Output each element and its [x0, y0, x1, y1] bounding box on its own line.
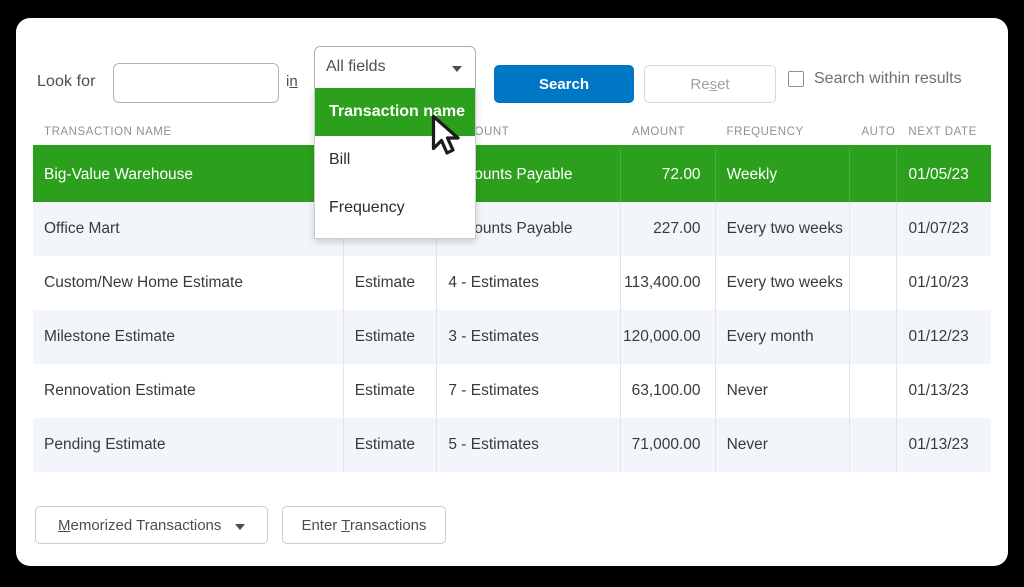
column-header-frequency[interactable]: FREQUENCY	[716, 120, 851, 145]
cell-transaction-name: Custom/New Home Estimate	[33, 256, 344, 310]
screen: Look for in All fields Transaction name …	[0, 0, 1024, 587]
search-within-results-control[interactable]: Search within results	[788, 70, 962, 88]
chevron-down-icon	[235, 524, 245, 530]
cell-type: Estimate	[344, 256, 438, 310]
cell-frequency: Weekly	[716, 148, 851, 202]
enter-accelerator: T	[341, 516, 350, 534]
cell-next-date: 01/05/23	[908, 166, 969, 183]
memorized-transaction-list-window: Look for in All fields Transaction name …	[16, 18, 1008, 566]
column-header-transaction-name[interactable]: TRANSACTION NAME	[33, 120, 344, 145]
memorized-label-part2: emorized Transactions	[70, 516, 222, 534]
search-input[interactable]	[113, 63, 279, 103]
cell-amount: 113,400.00	[621, 256, 716, 310]
cell-auto	[850, 256, 898, 310]
cell-transaction-name: Big-Value Warehouse	[33, 148, 344, 202]
cell-amount: 63,100.00	[621, 364, 716, 418]
field-select-dropdown[interactable]: Transaction name Bill Frequency	[314, 88, 476, 239]
cell-frequency: Every month	[716, 310, 851, 364]
cell-frequency: Never	[716, 364, 851, 418]
dropdown-item-transaction-name[interactable]: Transaction name	[315, 88, 475, 136]
chevron-down-icon	[452, 66, 462, 72]
column-header-amount[interactable]: AMOUNT	[621, 120, 716, 145]
dropdown-item-frequency[interactable]: Frequency	[315, 184, 475, 232]
table-row[interactable]: Big-Value Warehouse Estimate Accounts Pa…	[33, 148, 991, 202]
column-header-next-date[interactable]: NEXT DATE	[897, 120, 991, 145]
cell-next-date: 01/13/23	[908, 382, 969, 399]
table-row[interactable]: Pending Estimate Estimate 5 - Estimates …	[33, 418, 991, 472]
cell-auto	[850, 202, 898, 256]
cell-type: Estimate	[344, 418, 438, 472]
cell-amount: 120,000.00	[621, 310, 716, 364]
reset-button[interactable]: Reset	[644, 65, 776, 103]
cell-amount: 72.00	[621, 148, 716, 202]
search-within-results-checkbox[interactable]	[788, 71, 804, 87]
in-label: in	[286, 73, 298, 90]
cell-auto	[850, 310, 898, 364]
memorized-accelerator: M	[58, 516, 71, 534]
in-label-accelerator: n	[289, 73, 298, 90]
cell-next-date: 01/10/23	[908, 274, 969, 291]
cell-account: 3 - Estimates	[437, 310, 621, 364]
table-row[interactable]: Rennovation Estimate Estimate 7 - Estima…	[33, 364, 991, 418]
reset-label-part1: Re	[690, 75, 710, 93]
field-select[interactable]: All fields	[314, 46, 476, 89]
table-row[interactable]: Custom/New Home Estimate Estimate 4 - Es…	[33, 256, 991, 310]
look-for-label: Look for	[37, 73, 96, 90]
table-row[interactable]: Office Mart Estimate Accounts Payable 22…	[33, 202, 991, 256]
cell-account: 4 - Estimates	[437, 256, 621, 310]
cell-transaction-name: Office Mart	[33, 202, 344, 256]
enter-label-part2: ransactions	[349, 516, 427, 534]
column-header-auto[interactable]: AUTO	[850, 120, 897, 145]
cell-next-date: 01/12/23	[908, 328, 969, 345]
reset-label-part2: et	[717, 75, 730, 93]
reset-accelerator: s	[709, 75, 718, 93]
enter-transactions-button[interactable]: Enter Transactions	[282, 506, 446, 544]
cell-transaction-name: Pending Estimate	[33, 418, 344, 472]
cell-frequency: Never	[716, 418, 851, 472]
cell-auto	[850, 418, 898, 472]
cell-auto	[850, 148, 898, 202]
search-within-results-label: Search within results	[814, 70, 962, 87]
cell-account: 5 - Estimates	[437, 418, 621, 472]
cell-amount: 227.00	[621, 202, 716, 256]
memorized-transactions-button[interactable]: Memorized Transactions	[35, 506, 268, 544]
cell-type: Estimate	[344, 310, 438, 364]
cell-auto	[850, 364, 898, 418]
cell-next-date: 01/07/23	[908, 220, 969, 237]
search-toolbar: Look for in All fields Transaction name …	[16, 18, 1008, 239]
enter-label-part1: Enter	[301, 516, 342, 534]
cell-transaction-name: Rennovation Estimate	[33, 364, 344, 418]
cell-account: 7 - Estimates	[437, 364, 621, 418]
search-button[interactable]: Search	[494, 65, 634, 103]
table-row[interactable]: Milestone Estimate Estimate 3 - Estimate…	[33, 310, 991, 364]
cell-transaction-name: Milestone Estimate	[33, 310, 344, 364]
cell-type: Estimate	[344, 364, 438, 418]
cell-frequency: Every two weeks	[716, 256, 851, 310]
table-header-row: TRANSACTION NAME TYPE ACCOUNT AMOUNT FRE…	[33, 120, 991, 148]
field-select-value: All fields	[326, 58, 386, 75]
dropdown-item-bill[interactable]: Bill	[315, 136, 475, 184]
cell-amount: 71,000.00	[621, 418, 716, 472]
transactions-table: TRANSACTION NAME TYPE ACCOUNT AMOUNT FRE…	[33, 120, 991, 472]
cell-next-date: 01/13/23	[908, 436, 969, 453]
cell-frequency: Every two weeks	[716, 202, 851, 256]
